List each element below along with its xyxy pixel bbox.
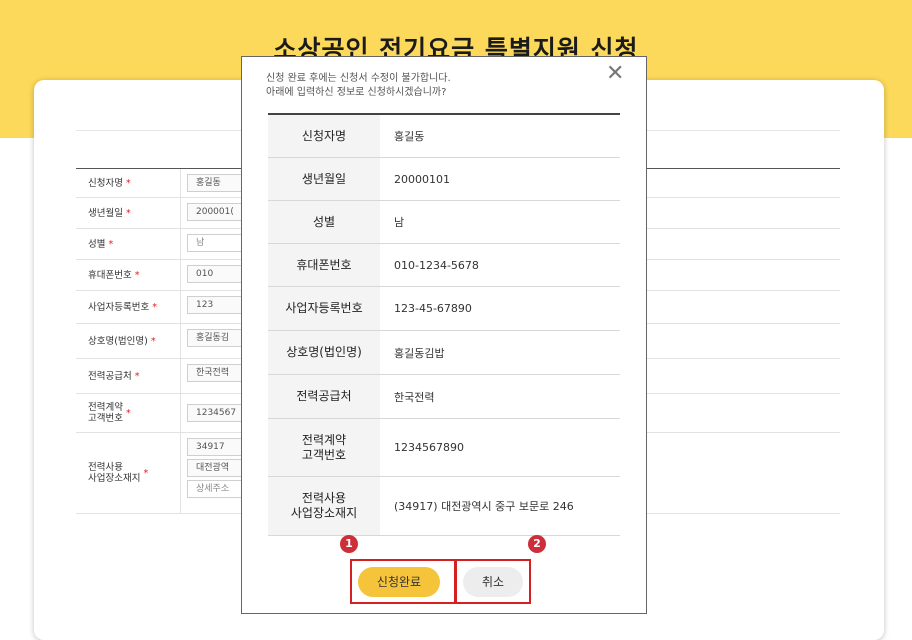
notice-line: 아래에 입력하신 정보로 신청하시겠습니까? (266, 87, 447, 98)
required-mark: * (152, 301, 157, 313)
summary-value: (34917) 대전광역시 중구 보문로 246 (394, 500, 574, 513)
summary-label-text: 사업자등록번호 (285, 301, 363, 315)
summary-value: 남 (394, 216, 405, 229)
form-label: 생년월일 * (76, 198, 180, 228)
summary-value: 010-1234-5678 (394, 258, 479, 272)
summary-label-text: 생년월일 (301, 171, 347, 186)
summary-row: 성별 남 (268, 201, 620, 244)
form-label-text: 전력계약 고객번호 (88, 402, 123, 424)
summary-label-text: 전력계약 (301, 432, 347, 447)
required-mark: * (150, 335, 156, 347)
required-mark: * (134, 370, 140, 382)
form-label: 신청자명 * (76, 169, 180, 197)
summary-value: 홍길동김밥 (394, 346, 445, 360)
summary-label: 전력계약 고객번호 (268, 419, 380, 476)
summary-value: 한국전력 (394, 390, 435, 404)
dialog-notice: 신청 완료 후에는 신청서 수정이 불가합니다. 아래에 입력하신 정보로 신청… (266, 72, 451, 100)
form-label-text: 상호명(법인명) (88, 335, 148, 347)
summary-label: 휴대폰번호 (268, 244, 380, 286)
form-label: 상호명(법인명) * (76, 324, 180, 358)
summary-label: 생년월일 (268, 158, 380, 200)
required-mark: * (125, 177, 131, 189)
close-icon[interactable]: ✕ (606, 63, 624, 85)
summary-row: 상호명(법인명) 홍길동김밥 (268, 331, 620, 375)
summary-label: 성별 (268, 201, 380, 243)
cancel-button[interactable]: 취소 (463, 567, 523, 597)
form-label: 휴대폰번호 * (76, 260, 180, 290)
required-mark: * (108, 238, 114, 250)
summary-row: 휴대폰번호 010-1234-5678 (268, 244, 620, 287)
form-label-text: 신청자명 (88, 177, 123, 189)
notice-line: 신청 완료 후에는 신청서 수정이 불가합니다. (266, 73, 451, 84)
submit-button[interactable]: 신청완료 (358, 567, 440, 597)
summary-row: 전력계약 고객번호 1234567890 (268, 419, 620, 477)
summary-label-text: 상호명(법인명) (286, 345, 362, 359)
form-label-text: 전력공급처 (88, 370, 132, 382)
summary-value: 123-45-67890 (394, 302, 472, 315)
form-label: 전력계약 고객번호 * (76, 394, 180, 432)
form-label-text: 사업자등록번호 (88, 301, 150, 313)
summary-label-text: 전력사용 (301, 491, 347, 505)
summary-row: 전력사용 사업장소재지 (34917) 대전광역시 중구 보문로 246 (268, 477, 620, 536)
summary-label-text: 전력공급처 (296, 389, 352, 403)
summary-label-text: 휴대폰번호 (296, 257, 352, 272)
required-mark: * (143, 467, 149, 479)
summary-label-text: 성별 (312, 214, 336, 229)
required-mark: * (134, 269, 140, 281)
required-mark: * (125, 207, 131, 219)
summary-row: 신청자명 홍길동 (268, 115, 620, 158)
summary-row: 사업자등록번호 123-45-67890 (268, 287, 620, 331)
summary-label-text: 사업장소재지 (290, 506, 358, 520)
summary-value: 홍길동 (394, 130, 425, 143)
form-label-text: 성별 (88, 238, 106, 250)
form-label: 성별 * (76, 229, 180, 259)
form-label-text: 휴대폰번호 (88, 269, 132, 281)
summary-row: 생년월일 20000101 (268, 158, 620, 201)
form-label: 사업자등록번호 * (76, 291, 180, 323)
summary-label: 사업자등록번호 (268, 287, 380, 330)
form-label-text: 생년월일 (88, 207, 123, 219)
summary-label: 신청자명 (268, 115, 380, 157)
required-mark: * (125, 407, 131, 419)
form-label: 전력공급처 * (76, 359, 180, 393)
confirm-dialog: 신청 완료 후에는 신청서 수정이 불가합니다. 아래에 입력하신 정보로 신청… (241, 56, 647, 614)
summary-row: 전력공급처 한국전력 (268, 375, 620, 419)
summary-label: 전력공급처 (268, 375, 380, 418)
summary-label: 상호명(법인명) (268, 331, 380, 374)
step-badge-1: 1 (340, 535, 358, 553)
summary-label-text: 신청자명 (301, 128, 347, 143)
summary-label: 전력사용 사업장소재지 (268, 477, 380, 535)
summary-table: 신청자명 홍길동 생년월일 20000101 성별 남 휴대폰번호 010-12… (268, 113, 620, 536)
summary-label-text: 고객번호 (301, 447, 347, 462)
summary-value: 1234567890 (394, 441, 464, 454)
form-label-text: 전력사용 사업장소재지 (88, 462, 141, 484)
form-label: 전력사용 사업장소재지 * (76, 433, 180, 513)
step-badge-2: 2 (528, 535, 546, 553)
summary-value: 20000101 (394, 172, 450, 186)
